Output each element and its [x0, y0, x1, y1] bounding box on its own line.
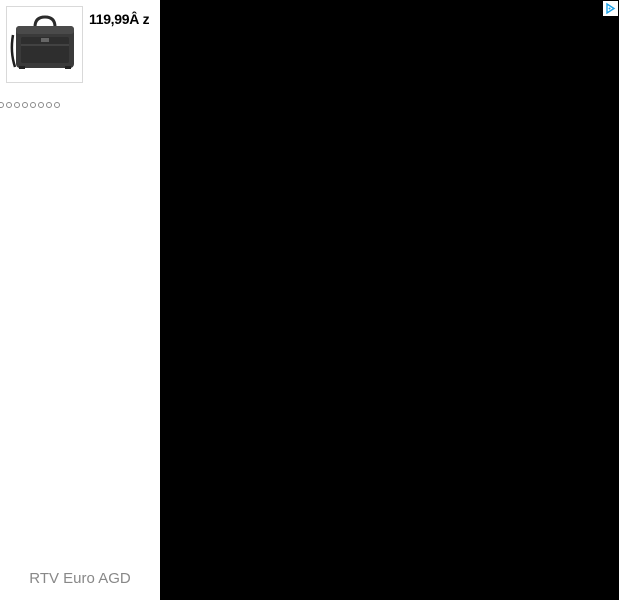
carousel-dot[interactable] [38, 102, 44, 108]
carousel-dot[interactable] [22, 102, 28, 108]
carousel-dot[interactable] [0, 102, 4, 108]
carousel-dot[interactable] [30, 102, 36, 108]
adchoices-icon[interactable] [603, 1, 618, 16]
advertiser-name[interactable]: RTV Euro AGD [0, 570, 160, 587]
carousel-dot[interactable] [54, 102, 60, 108]
carousel-dot[interactable] [46, 102, 52, 108]
ad-panel: 119,99Â zł RTV Euro AGD [0, 0, 160, 600]
ad-media-area[interactable] [160, 0, 619, 600]
carousel-dot[interactable] [6, 102, 12, 108]
carousel-dot[interactable] [14, 102, 20, 108]
product-price[interactable]: 119,99Â zł [89, 11, 149, 27]
carousel-dots [0, 102, 60, 108]
laptop-bag-icon [10, 15, 74, 69]
product-image[interactable] [6, 6, 83, 83]
